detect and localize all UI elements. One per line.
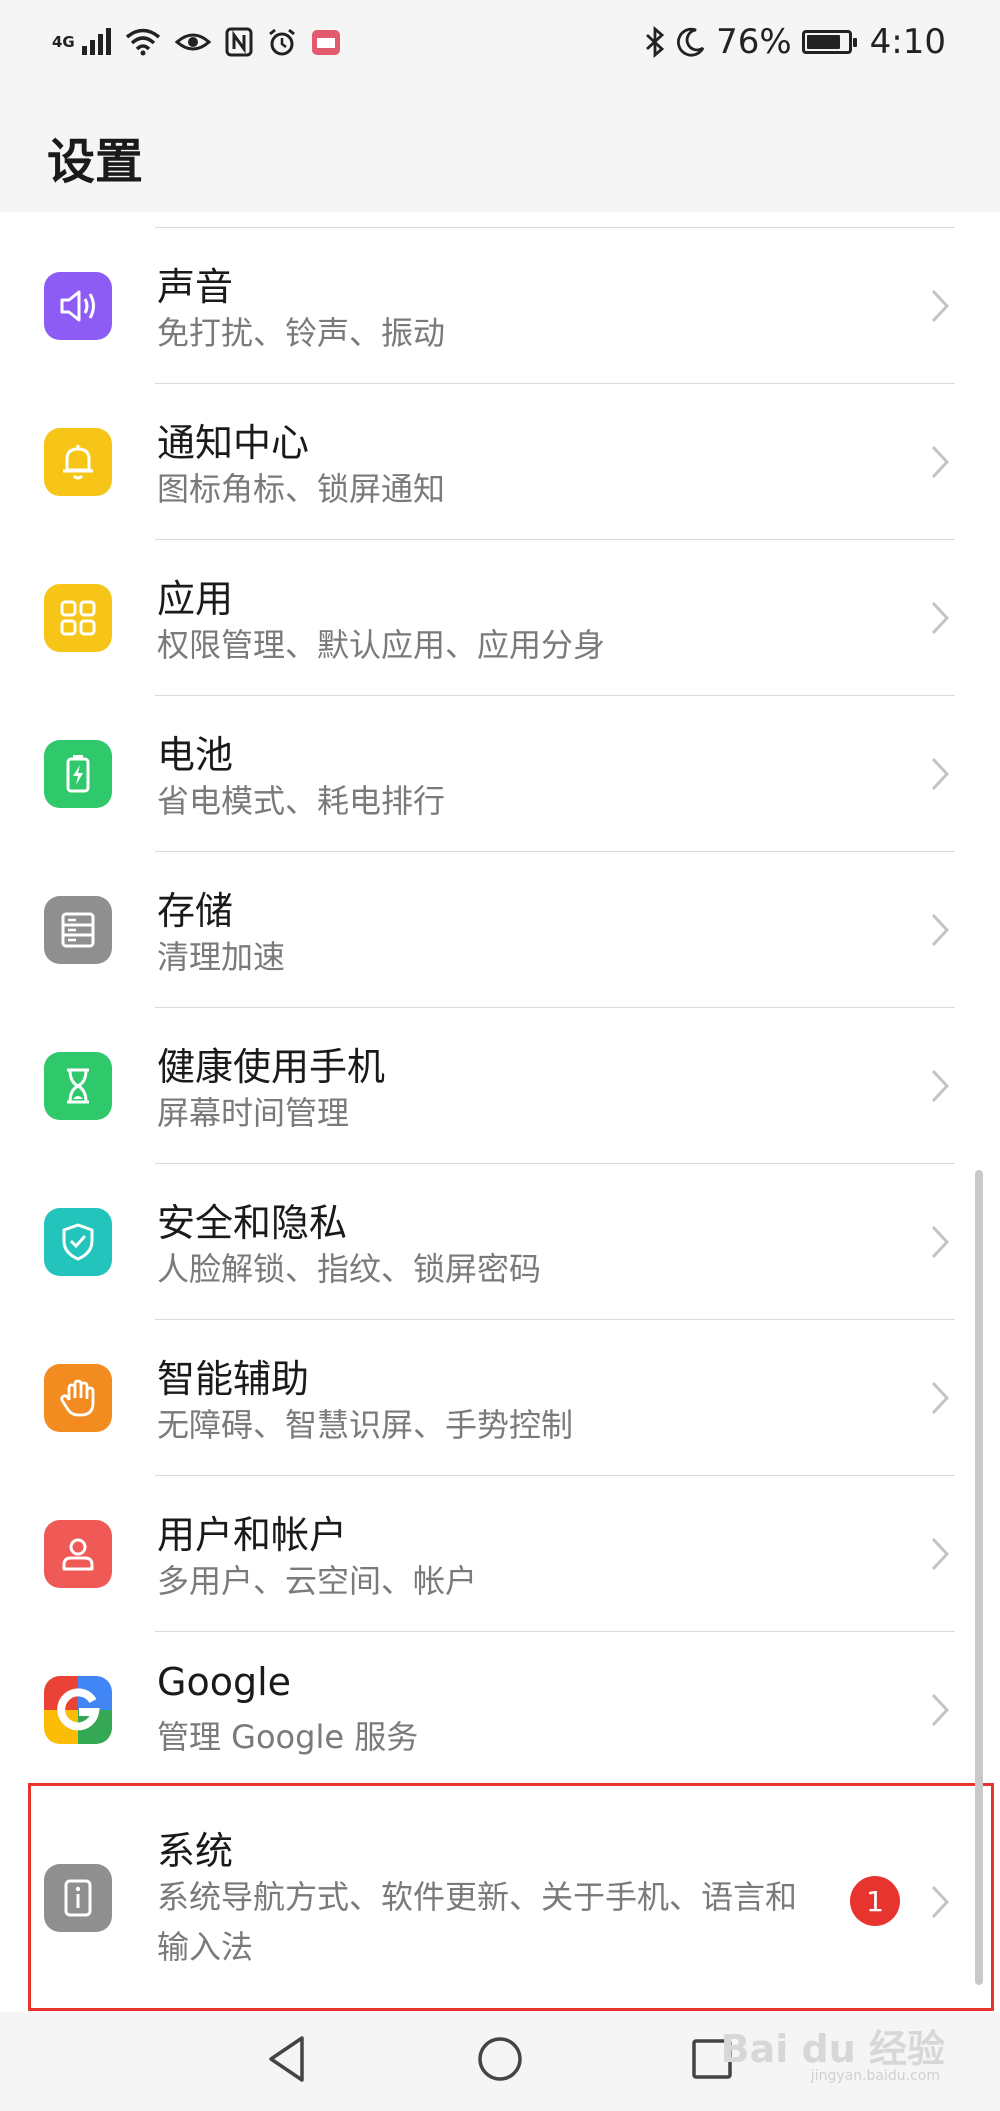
chevron-right-icon xyxy=(931,913,950,947)
settings-list[interactable]: 声音 免打扰、铃声、振动 通知中心 图标角标、锁屏通知 应用 权限管理、默认应用… xyxy=(0,212,1000,2012)
storage-icon xyxy=(44,896,112,964)
settings-item-battery[interactable]: 电池 省电模式、耗电排行 xyxy=(0,696,1000,852)
hand-icon xyxy=(44,1364,112,1432)
do-not-disturb-moon-icon xyxy=(677,27,705,57)
user-icon xyxy=(44,1520,112,1588)
battery-percent: 76% xyxy=(716,22,792,62)
item-title: 通知中心 xyxy=(157,421,310,465)
battery-bolt-icon xyxy=(44,740,112,808)
item-title: 声音 xyxy=(157,265,234,309)
settings-item-smart-assistance[interactable]: 智能辅助 无障碍、智慧识屏、手势控制 xyxy=(0,1320,1000,1476)
settings-item-digital-balance[interactable]: 健康使用手机 屏幕时间管理 xyxy=(0,1008,1000,1164)
scrollbar[interactable] xyxy=(975,1170,983,1985)
home-button[interactable] xyxy=(476,2034,524,2084)
page-title: 设置 xyxy=(47,134,144,190)
chevron-right-icon xyxy=(931,289,950,323)
chevron-right-icon xyxy=(931,1693,950,1727)
speaker-icon xyxy=(44,272,112,340)
watermark-url: jingyan.baidu.com xyxy=(810,2068,940,2084)
network-type: 4G xyxy=(52,33,75,51)
item-title: 用户和帐户 xyxy=(157,1513,348,1557)
settings-item-security-privacy[interactable]: 安全和隐私 人脸解锁、指纹、锁屏密码 xyxy=(0,1164,1000,1320)
item-title: 健康使用手机 xyxy=(157,1045,386,1089)
item-title: 应用 xyxy=(157,577,234,621)
nfc-icon xyxy=(225,27,253,57)
clock-time: 4:10 xyxy=(869,22,946,62)
item-subtitle: 管理 Google 服务 xyxy=(157,1718,419,1756)
page-header: 设置 xyxy=(0,84,1000,212)
item-title: 智能辅助 xyxy=(157,1357,310,1401)
google-icon xyxy=(44,1676,112,1744)
settings-item-notifications[interactable]: 通知中心 图标角标、锁屏通知 xyxy=(0,384,1000,540)
chevron-right-icon xyxy=(931,1537,950,1571)
settings-item-users-accounts[interactable]: 用户和帐户 多用户、云空间、帐户 xyxy=(0,1476,1000,1632)
alarm-icon xyxy=(268,28,295,56)
app-notification-icon xyxy=(311,30,340,55)
signal-icon xyxy=(81,28,111,55)
eye-comfort-icon xyxy=(174,33,211,51)
chevron-right-icon xyxy=(931,757,950,791)
settings-item-storage[interactable]: 存储 清理加速 xyxy=(0,852,1000,1008)
item-subtitle: 多用户、云空间、帐户 xyxy=(157,1562,478,1600)
bell-icon xyxy=(44,428,112,496)
item-subtitle: 权限管理、默认应用、应用分身 xyxy=(157,626,606,664)
watermark-logo: Bai du 经验 xyxy=(720,2027,945,2071)
wifi-icon xyxy=(125,28,160,56)
item-subtitle: 无障碍、智慧识屏、手势控制 xyxy=(157,1406,574,1444)
shield-icon xyxy=(44,1208,112,1276)
battery-level xyxy=(806,35,841,49)
settings-item-apps[interactable]: 应用 权限管理、默认应用、应用分身 xyxy=(0,540,1000,696)
back-button[interactable] xyxy=(266,2034,308,2084)
item-subtitle: 清理加速 xyxy=(157,938,286,976)
hourglass-icon xyxy=(44,1052,112,1120)
chevron-right-icon xyxy=(931,1381,950,1415)
item-title: 安全和隐私 xyxy=(157,1201,348,1245)
status-left: 4G xyxy=(52,27,341,57)
chevron-right-icon xyxy=(931,601,950,635)
chevron-right-icon xyxy=(931,445,950,479)
settings-item-sound[interactable]: 声音 免打扰、铃声、振动 xyxy=(0,228,1000,384)
bluetooth-icon xyxy=(646,26,665,58)
item-title: Google xyxy=(157,1660,292,1704)
apps-grid-icon xyxy=(44,584,112,652)
status-right: 76% 4:10 xyxy=(644,22,946,62)
status-bar: 4G 76% 4:10 xyxy=(0,0,1000,84)
highlight-box xyxy=(28,1783,994,2011)
item-subtitle: 免打扰、铃声、振动 xyxy=(157,314,446,352)
item-subtitle: 人脸解锁、指纹、锁屏密码 xyxy=(157,1250,542,1288)
item-title: 电池 xyxy=(157,733,234,777)
item-subtitle: 图标角标、锁屏通知 xyxy=(157,470,446,508)
chevron-right-icon xyxy=(931,1225,950,1259)
chevron-right-icon xyxy=(931,1069,950,1103)
settings-item-google[interactable]: Google 管理 Google 服务 xyxy=(0,1632,1000,1788)
item-subtitle: 省电模式、耗电排行 xyxy=(157,782,446,820)
item-title: 存储 xyxy=(157,889,234,933)
item-subtitle: 屏幕时间管理 xyxy=(157,1094,350,1132)
battery-icon xyxy=(801,30,857,54)
